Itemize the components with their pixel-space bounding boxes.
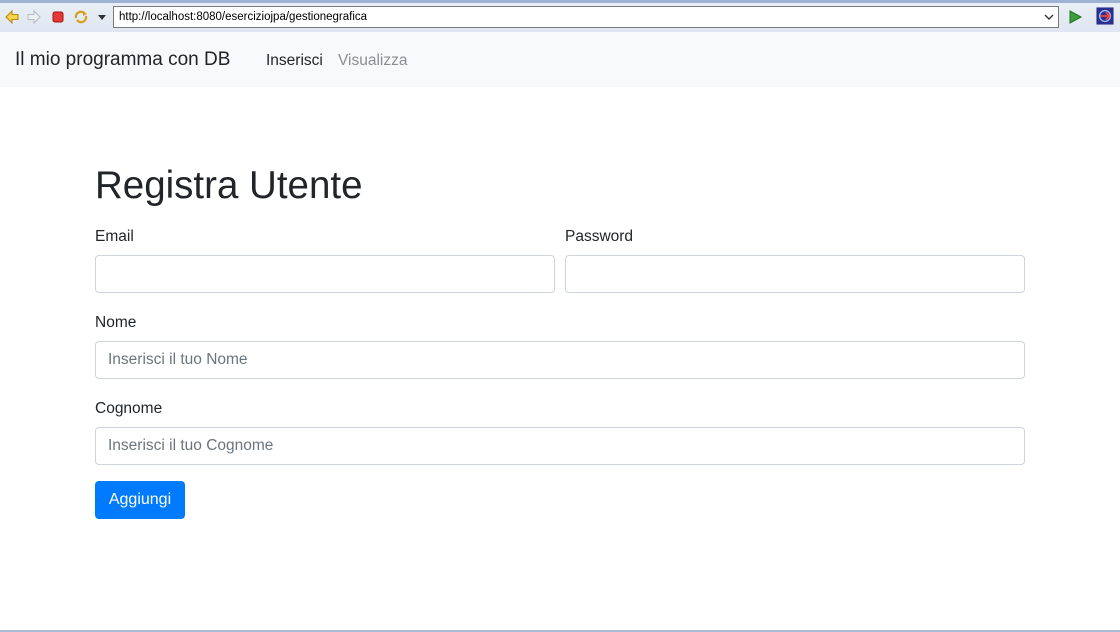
- nav-link-inserisci[interactable]: Inserisci: [266, 52, 323, 70]
- add-button[interactable]: Aggiungi: [95, 481, 185, 519]
- page-title: Registra Utente: [95, 164, 363, 207]
- forward-icon[interactable]: [25, 8, 43, 26]
- address-url: http://localhost:8080/eserciziojpa/gesti…: [119, 11, 368, 23]
- password-label: Password: [565, 228, 634, 245]
- go-icon[interactable]: [1066, 8, 1084, 26]
- address-bar[interactable]: http://localhost:8080/eserciziojpa/gesti…: [113, 6, 1059, 28]
- chevron-down-icon[interactable]: [1042, 9, 1056, 25]
- nav-link-visualizza[interactable]: Visualizza: [338, 52, 408, 70]
- password-field[interactable]: [565, 255, 1025, 293]
- nome-field[interactable]: [95, 341, 1025, 379]
- dropdown-icon[interactable]: [93, 8, 106, 26]
- browser-toolbar: http://localhost:8080/eserciziojpa/gesti…: [0, 0, 1120, 32]
- cognome-field[interactable]: [95, 427, 1025, 465]
- back-icon[interactable]: [3, 8, 21, 26]
- email-field[interactable]: [95, 255, 555, 293]
- cognome-label: Cognome: [95, 400, 163, 417]
- stop-icon[interactable]: [49, 8, 67, 26]
- nome-label: Nome: [95, 314, 137, 331]
- navbar: Il mio programma con DB Inserisci Visual…: [0, 32, 1120, 87]
- app-icon[interactable]: [1096, 7, 1116, 27]
- email-label: Email: [95, 228, 134, 245]
- refresh-icon[interactable]: [72, 8, 90, 26]
- navbar-brand[interactable]: Il mio programma con DB: [15, 49, 230, 71]
